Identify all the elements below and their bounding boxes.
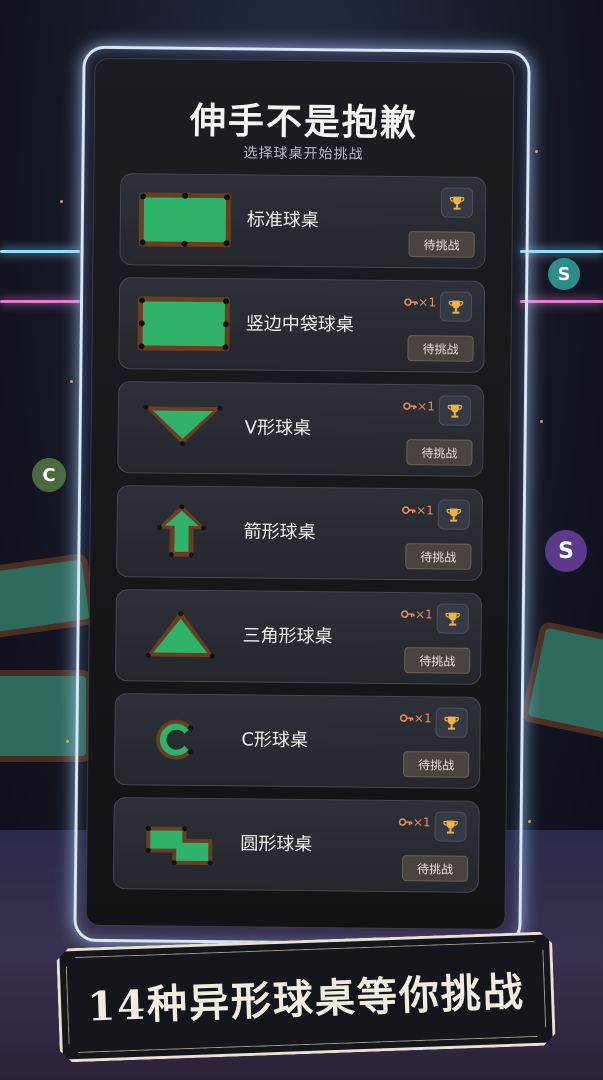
background-pool-table-right <box>520 620 603 742</box>
challenge-button[interactable]: 待挑战 <box>401 855 469 882</box>
table-card-z-shape[interactable]: 圆形球桌 ×1 待挑战 <box>112 797 480 893</box>
key-icon <box>399 818 413 826</box>
key-icon <box>402 506 416 514</box>
sparkle <box>535 150 538 153</box>
key-indicator: ×1 <box>404 295 436 309</box>
table-name: V形球桌 <box>244 417 312 440</box>
table-name: 标准球桌 <box>246 209 319 232</box>
trophy-icon <box>437 499 470 530</box>
page-subtitle: 选择球桌开始挑战 <box>243 145 364 163</box>
challenge-button[interactable]: 待挑战 <box>407 335 474 362</box>
key-icon <box>400 714 414 722</box>
key-count: ×1 <box>414 607 433 622</box>
table-name: 三角形球桌 <box>242 625 333 648</box>
trophy-icon <box>435 707 468 738</box>
floating-ball-c-icon: C <box>32 458 66 492</box>
challenge-button[interactable]: 待挑战 <box>406 439 473 466</box>
table-name: C形球桌 <box>241 729 309 752</box>
sparkle <box>60 200 63 203</box>
table-card-v-shape[interactable]: V形球桌 ×1 待挑战 <box>117 381 485 477</box>
key-indicator: ×1 <box>402 503 434 517</box>
floating-ball-s-icon: S <box>548 258 580 290</box>
sparkle <box>66 740 69 743</box>
key-count: ×1 <box>413 711 432 726</box>
neon-light-right <box>520 250 603 253</box>
table-thumbnail-triangle <box>145 610 215 659</box>
neon-light-pink-right <box>520 300 603 303</box>
sparkle <box>528 820 531 823</box>
key-count: ×1 <box>418 295 437 310</box>
neon-light-pink-left <box>0 300 80 303</box>
key-icon <box>403 402 418 410</box>
key-icon <box>404 298 419 306</box>
key-indicator: ×1 <box>399 815 431 829</box>
trophy-icon <box>439 291 473 322</box>
trophy-icon <box>438 395 472 426</box>
table-thumbnail-v-shape <box>143 404 223 447</box>
key-count: ×1 <box>417 399 435 414</box>
table-name: 竖边中袋球桌 <box>245 313 354 336</box>
floating-ball-s-purple-icon: S <box>545 530 587 572</box>
trophy-icon <box>436 603 469 634</box>
trophy-icon <box>440 187 474 218</box>
table-thumbnail-z-shape <box>145 825 213 866</box>
table-card-arrow[interactable]: 箭形球桌 ×1 待挑战 <box>116 485 484 581</box>
challenge-button[interactable]: 待挑战 <box>403 751 470 778</box>
key-count: ×1 <box>416 503 434 518</box>
key-icon <box>401 610 415 618</box>
sparkle <box>70 380 73 383</box>
table-card-c-shape[interactable]: C形球桌 ×1 待挑战 <box>113 693 481 789</box>
table-thumbnail-arrow <box>157 504 207 558</box>
key-indicator: ×1 <box>401 607 433 621</box>
page-title: 伸手不是抱歉 <box>189 100 419 145</box>
table-thumbnail-side-pockets <box>137 296 231 352</box>
table-name: 圆形球桌 <box>240 833 313 856</box>
table-name: 箭形球桌 <box>243 521 316 544</box>
table-thumbnail-standard <box>138 192 232 248</box>
table-card-standard[interactable]: 标准球桌 待挑战 <box>119 173 487 269</box>
sparkle <box>540 420 543 423</box>
table-thumbnail-c-shape <box>156 719 194 760</box>
key-indicator: ×1 <box>403 399 435 413</box>
challenge-button[interactable]: 待挑战 <box>408 231 475 258</box>
neon-light-left <box>0 250 80 253</box>
table-card-triangle[interactable]: 三角形球桌 ×1 待挑战 <box>115 589 482 685</box>
table-card-side-pockets[interactable]: 竖边中袋球桌 ×1 待挑战 <box>118 277 486 373</box>
promo-banner: 14种异形球桌等你挑战 <box>56 931 556 1062</box>
key-indicator: ×1 <box>400 711 432 725</box>
table-select-panel: 伸手不是抱歉 选择球桌开始挑战 标准球桌 待挑战 竖边中袋球桌 ×1 待挑战 V… <box>85 57 515 931</box>
challenge-button[interactable]: 待挑战 <box>404 647 471 674</box>
key-count: ×1 <box>412 815 431 830</box>
challenge-button[interactable]: 待挑战 <box>405 543 472 570</box>
trophy-icon <box>434 811 467 842</box>
